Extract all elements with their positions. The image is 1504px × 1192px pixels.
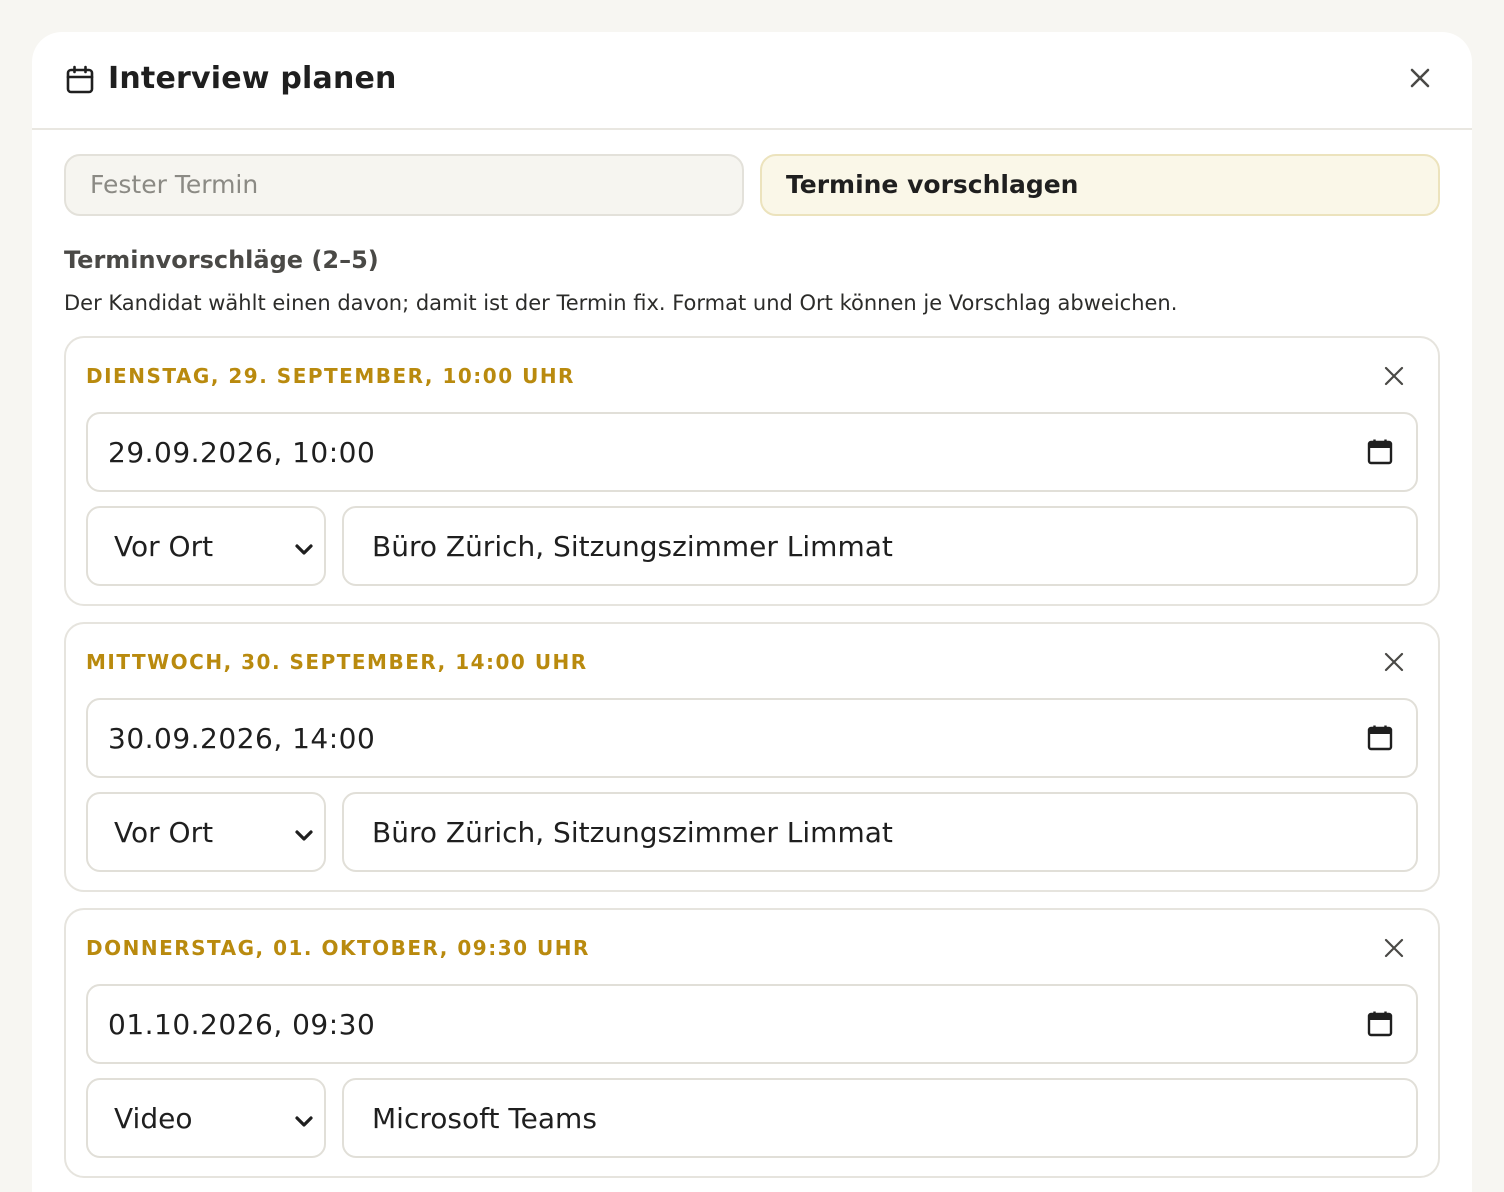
remove-proposal-button[interactable] [1382, 650, 1406, 674]
proposal-date-heading: Dienstag, 29. September, 10:00 Uhr [86, 364, 575, 388]
dialog-body: Fester Termin Termine vorschlagen Termin… [32, 130, 1472, 1178]
format-location-row: Video Microsoft Teams [86, 1078, 1418, 1158]
format-location-row: Vor Ort Büro Zürich, Sitzungszimmer Limm… [86, 506, 1418, 586]
chevron-down-icon [292, 1108, 316, 1132]
calendar-picker-icon[interactable] [1366, 438, 1394, 466]
location-input[interactable]: Microsoft Teams [342, 1078, 1418, 1158]
chevron-down-icon [292, 536, 316, 560]
proposal-date-heading: Mittwoch, 30. September, 14:00 Uhr [86, 650, 588, 674]
calendar-picker-icon[interactable] [1366, 724, 1394, 752]
format-value: Video [114, 1101, 193, 1135]
proposal-date-heading: Donnerstag, 01. Oktober, 09:30 Uhr [86, 936, 590, 960]
schedule-interview-dialog: Interview planen Fester Termin Termine v… [32, 32, 1472, 1192]
close-icon [1409, 67, 1431, 93]
location-input[interactable]: Büro Zürich, Sitzungszimmer Limmat [342, 506, 1418, 586]
scheduling-mode-toggle: Fester Termin Termine vorschlagen [64, 154, 1440, 216]
location-value: Büro Zürich, Sitzungszimmer Limmat [372, 529, 893, 563]
remove-proposal-button[interactable] [1382, 364, 1406, 388]
proposal-header: Mittwoch, 30. September, 14:00 Uhr [86, 646, 1418, 678]
format-location-row: Vor Ort Büro Zürich, Sitzungszimmer Limm… [86, 792, 1418, 872]
proposal-card: Donnerstag, 01. Oktober, 09:30 Uhr 01.10… [64, 908, 1440, 1178]
datetime-value: 01.10.2026, 09:30 [108, 1007, 376, 1041]
close-dialog-button[interactable] [1404, 64, 1436, 96]
location-input[interactable]: Büro Zürich, Sitzungszimmer Limmat [342, 792, 1418, 872]
dialog-title: Interview planen [108, 61, 397, 96]
proposal-card: Dienstag, 29. September, 10:00 Uhr 29.09… [64, 336, 1440, 606]
proposals-section-title: Terminvorschläge (2–5) [64, 246, 379, 274]
calendar-picker-icon[interactable] [1366, 1010, 1394, 1038]
format-select[interactable]: Vor Ort [86, 792, 326, 872]
proposal-card: Mittwoch, 30. September, 14:00 Uhr 30.09… [64, 622, 1440, 892]
proposal-datetime-input[interactable]: 01.10.2026, 09:30 [86, 984, 1418, 1064]
datetime-value: 30.09.2026, 14:00 [108, 721, 376, 755]
proposal-header: Donnerstag, 01. Oktober, 09:30 Uhr [86, 932, 1418, 964]
chevron-down-icon [292, 822, 316, 846]
format-value: Vor Ort [114, 529, 214, 563]
calendar-icon [64, 64, 96, 96]
proposal-datetime-input[interactable]: 30.09.2026, 14:00 [86, 698, 1418, 778]
format-select[interactable]: Vor Ort [86, 506, 326, 586]
suggest-dates-option[interactable]: Termine vorschlagen [760, 154, 1440, 216]
remove-proposal-button[interactable] [1382, 936, 1406, 960]
proposals-section-hint: Der Kandidat wählt einen davon; damit is… [64, 291, 1178, 315]
fixed-date-option[interactable]: Fester Termin [64, 154, 744, 216]
location-value: Microsoft Teams [372, 1101, 597, 1135]
proposal-datetime-input[interactable]: 29.09.2026, 10:00 [86, 412, 1418, 492]
datetime-value: 29.09.2026, 10:00 [108, 435, 376, 469]
dialog-header: Interview planen [32, 32, 1472, 130]
proposal-header: Dienstag, 29. September, 10:00 Uhr [86, 360, 1418, 392]
format-value: Vor Ort [114, 815, 214, 849]
location-value: Büro Zürich, Sitzungszimmer Limmat [372, 815, 893, 849]
format-select[interactable]: Video [86, 1078, 326, 1158]
